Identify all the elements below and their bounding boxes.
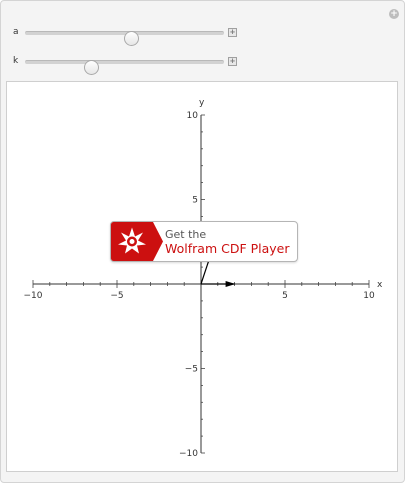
x-axis-label: x: [377, 280, 383, 290]
x-tick-label: −10: [24, 291, 43, 301]
plot-area: x y −10 −5 5 10 10 5 −5 −10: [6, 81, 398, 472]
y-tick-label: 10: [187, 111, 199, 121]
slider-a-label: a: [13, 27, 19, 37]
slider-k-row: k +: [0, 54, 405, 75]
badge-line1: Get the: [165, 228, 207, 241]
plus-circle-icon[interactable]: +: [389, 9, 399, 19]
get-cdf-player-badge[interactable]: Get the Wolfram CDF Player: [110, 221, 298, 262]
y-axis-label: y: [199, 98, 205, 108]
x-tick-label: −5: [110, 291, 123, 301]
vector-plot: x y −10 −5 5 10 10 5 −5 −10: [24, 98, 384, 459]
x-tick-label: 5: [282, 291, 288, 301]
vectors: [200, 258, 236, 287]
y-tick-labels: 10 5 −5 −10: [179, 111, 198, 459]
x-tick-labels: −10 −5 5 10: [24, 291, 375, 301]
wolfram-spikey-icon: [111, 222, 163, 261]
y-tick-label: −5: [185, 365, 198, 375]
y-tick-label: 5: [192, 196, 198, 206]
y-tick-label: −10: [179, 449, 198, 459]
slider-k-track[interactable]: [25, 60, 224, 75]
vector-line: [200, 258, 210, 285]
slider-k-label: k: [13, 56, 19, 66]
slider-k-thumb[interactable]: [83, 60, 99, 75]
slider-a-track[interactable]: [25, 31, 224, 46]
slider-a-step-icon[interactable]: +: [228, 28, 237, 37]
slider-a-row: a +: [0, 25, 405, 46]
slider-k-step-icon[interactable]: +: [228, 57, 237, 66]
x-tick-label: 10: [363, 291, 375, 301]
badge-line2: Wolfram CDF Player: [165, 241, 290, 256]
